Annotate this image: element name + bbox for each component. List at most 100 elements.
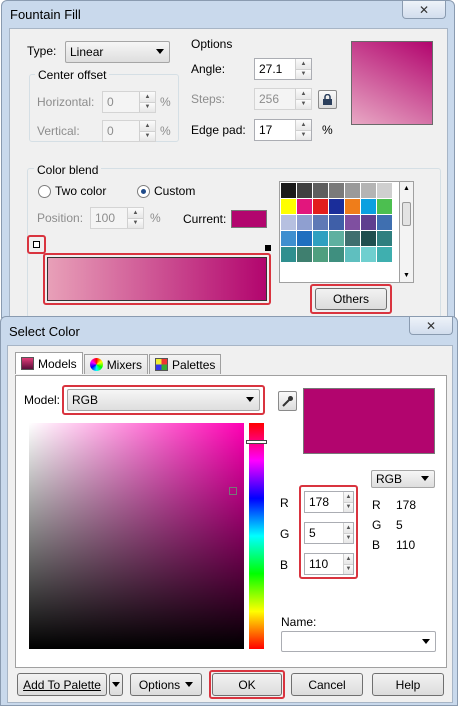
color-space-select[interactable]: RGB (371, 470, 435, 488)
palette-swatch[interactable] (361, 215, 376, 230)
options-button[interactable]: Options (130, 673, 202, 696)
others-button[interactable]: Others (315, 288, 387, 310)
select-color-close-button[interactable]: ✕ (409, 317, 453, 335)
tab-models[interactable]: Models (15, 352, 83, 374)
palette-swatch[interactable] (345, 215, 360, 230)
current-color-swatch[interactable] (231, 210, 267, 228)
fountain-close-button[interactable]: ✕ (402, 1, 446, 19)
palette-scrollbar[interactable]: ▲ ▼ (399, 181, 414, 283)
palette-swatch[interactable] (313, 199, 328, 214)
model-select[interactable]: RGB (67, 389, 260, 411)
color-field-cursor[interactable] (229, 487, 237, 495)
add-to-palette-button[interactable]: Add To Palette (17, 673, 107, 696)
add-to-palette-dropdown[interactable] (109, 673, 123, 696)
palette-swatch[interactable] (297, 183, 312, 198)
spin-arrows-icon: ▲ ▼ (127, 208, 143, 228)
gradient-bar[interactable] (47, 257, 267, 301)
palette-swatch[interactable] (361, 247, 376, 262)
palette-swatch[interactable] (313, 231, 328, 246)
palette-swatch[interactable] (345, 231, 360, 246)
palette-swatch[interactable] (361, 183, 376, 198)
palette-swatch[interactable] (377, 215, 392, 230)
edge-pad-percent: % (322, 123, 333, 137)
cancel-label: Cancel (308, 677, 346, 692)
palette-swatch[interactable] (377, 247, 392, 262)
palette-swatch[interactable] (345, 183, 360, 198)
palette-swatch[interactable] (281, 247, 296, 262)
g-input[interactable]: 5 ▲ ▼ (304, 522, 354, 544)
gradient-start-marker[interactable] (33, 241, 40, 248)
name-combobox[interactable] (281, 631, 436, 652)
add-to-palette-label: Add To Palette (23, 677, 101, 692)
model-label: Model: (24, 393, 61, 407)
color-preview-swatch (303, 388, 435, 454)
help-button[interactable]: Help (372, 673, 444, 696)
cancel-button[interactable]: Cancel (291, 673, 363, 696)
fountain-client: Type: Linear Center offset Horizontal: 0… (9, 28, 448, 319)
gradient-end-marker[interactable] (265, 245, 271, 251)
edge-pad-label: Edge pad: (191, 123, 246, 137)
palette-swatch[interactable] (329, 231, 344, 246)
palette-swatch[interactable] (329, 215, 344, 230)
vertical-input[interactable]: 0 ▲ ▼ (102, 120, 156, 142)
model-value: RGB (72, 393, 99, 407)
scroll-up-icon: ▲ (403, 185, 410, 192)
palette-swatch[interactable] (281, 183, 296, 198)
angle-input[interactable]: 27.1 ▲ ▼ (254, 58, 312, 80)
custom-radio[interactable] (137, 185, 150, 198)
lock-icon (323, 93, 332, 105)
color-palette-grid[interactable] (279, 181, 414, 283)
palette-swatch[interactable] (313, 247, 328, 262)
palette-swatch[interactable] (377, 199, 392, 214)
tab-strip: Models Mixers Palettes (15, 352, 222, 374)
tab-models-label: Models (38, 356, 77, 371)
name-label: Name: (281, 615, 317, 629)
palette-swatch[interactable] (329, 199, 344, 214)
hue-slider-handle[interactable] (246, 440, 267, 444)
palette-swatch[interactable] (297, 247, 312, 262)
two-color-radio[interactable] (38, 185, 51, 198)
palette-swatch[interactable] (377, 231, 392, 246)
tab-mixers[interactable]: Mixers (83, 354, 149, 374)
palette-swatch[interactable] (281, 215, 296, 230)
lock-steps-button[interactable] (318, 90, 337, 109)
steps-label: Steps: (191, 92, 226, 106)
b-input[interactable]: 110 ▲ ▼ (304, 553, 354, 575)
mixers-icon (89, 358, 103, 371)
palette-swatch[interactable] (345, 199, 360, 214)
palette-swatch[interactable] (329, 247, 344, 262)
palettes-icon (155, 358, 169, 371)
type-select[interactable]: Linear (65, 41, 170, 63)
scroll-thumb[interactable] (402, 202, 411, 226)
palette-swatch[interactable] (281, 231, 296, 246)
palette-swatch[interactable] (297, 215, 312, 230)
steps-input[interactable]: 256 ▲ ▼ (254, 88, 312, 110)
r-input[interactable]: 178 ▲ ▼ (304, 491, 354, 513)
horizontal-input[interactable]: 0 ▲ ▼ (102, 91, 156, 113)
ref-r-value: 178 (396, 498, 417, 512)
g-label: G (280, 527, 290, 541)
edge-pad-input[interactable]: 17 ▲ ▼ (254, 119, 312, 141)
palette-swatch[interactable] (297, 199, 312, 214)
spin-arrows-icon: ▲ ▼ (343, 554, 353, 574)
palette-swatch[interactable] (313, 183, 328, 198)
palette-swatch[interactable] (361, 199, 376, 214)
position-input[interactable]: 100 ▲ ▼ (90, 207, 144, 229)
tab-mixers-label: Mixers (106, 357, 143, 372)
tab-palettes[interactable]: Palettes (149, 354, 222, 374)
ok-button[interactable]: OK (212, 673, 282, 696)
palette-swatch[interactable] (329, 183, 344, 198)
hue-slider[interactable] (249, 423, 264, 649)
horizontal-label: Horizontal: (37, 95, 95, 109)
spin-arrows-icon: ▲ ▼ (139, 121, 155, 141)
help-label: Help (395, 677, 421, 692)
palette-swatch[interactable] (313, 215, 328, 230)
ok-label: OK (238, 677, 256, 692)
palette-swatch[interactable] (345, 247, 360, 262)
palette-swatch[interactable] (361, 231, 376, 246)
palette-swatch[interactable] (377, 183, 392, 198)
eyedropper-button[interactable] (278, 391, 297, 411)
palette-swatch[interactable] (281, 199, 296, 214)
color-field[interactable] (29, 423, 244, 649)
palette-swatch[interactable] (297, 231, 312, 246)
